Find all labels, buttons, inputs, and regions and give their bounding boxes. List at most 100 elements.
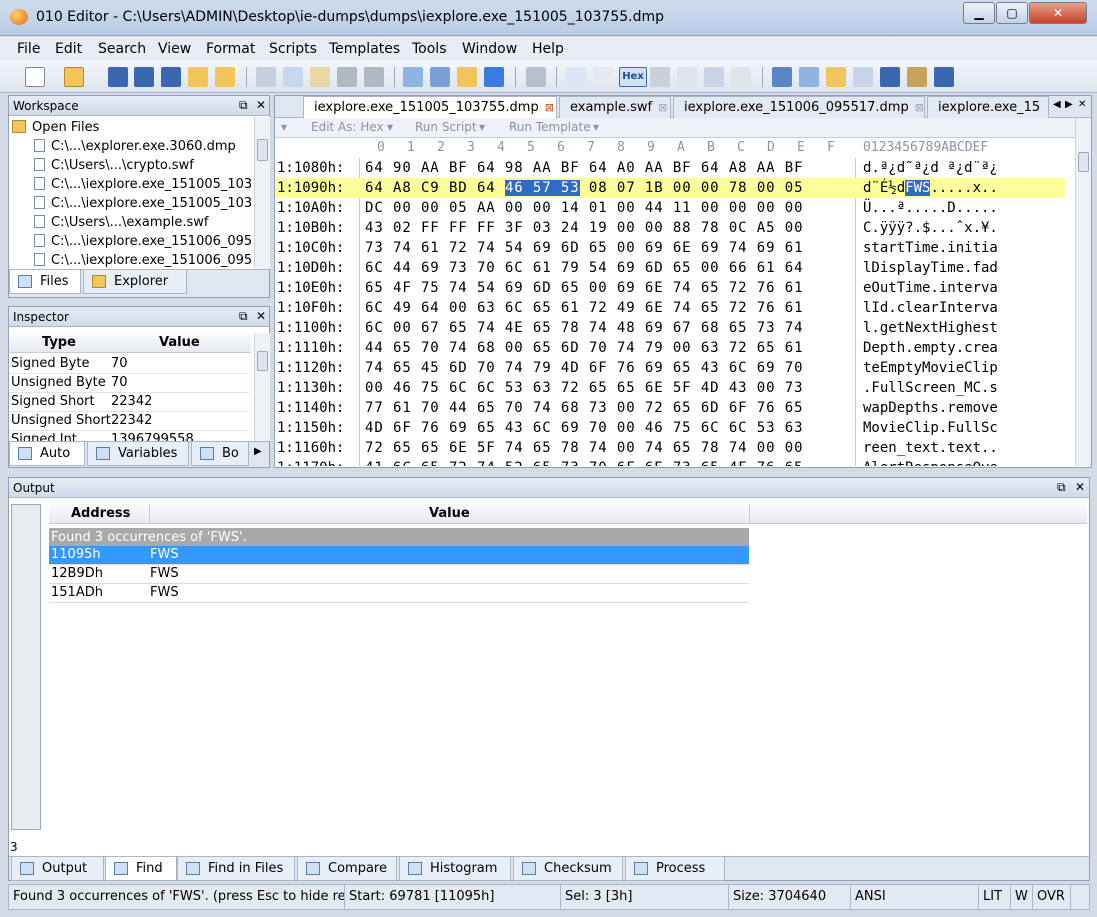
close-tab-icon[interactable]: ⊠ — [545, 101, 554, 114]
tab-histogram[interactable]: Histogram — [399, 857, 511, 881]
close-button[interactable]: ✕ — [1029, 2, 1087, 24]
list-item[interactable]: C:\...\iexplore.exe_151006_095 — [34, 253, 252, 268]
hex-line[interactable]: 1:1160h: 72 65 65 6E 5F 74 65 78 74 00 74… — [275, 438, 1065, 458]
tab-bookmarks[interactable]: Bo — [191, 442, 249, 466]
redo-icon[interactable] — [364, 67, 384, 87]
hex-bytes[interactable]: 4D 6F 76 69 65 43 6C 69 70 00 46 75 6C 6… — [365, 420, 803, 436]
hex-line[interactable]: 1:10D0h: 6C 44 69 73 70 6C 61 79 54 69 6D… — [275, 258, 1065, 278]
hex-bytes[interactable]: 65 4F 75 74 54 69 6D 65 00 69 6E 74 65 7… — [365, 280, 803, 296]
find-icon[interactable] — [403, 67, 423, 87]
ascii-text[interactable]: wapDepths.remove — [863, 400, 998, 416]
hex-bytes[interactable]: 74 65 45 6D 70 74 79 4D 6F 76 69 65 43 6… — [365, 360, 803, 376]
menu-file[interactable]: File — [17, 41, 40, 57]
hex-bytes[interactable]: 41 6C 65 72 74 52 65 73 70 6F 6E 73 65 4… — [365, 460, 803, 466]
table-row[interactable]: 11095h FWS — [49, 546, 749, 565]
tab-compare[interactable]: Compare — [297, 857, 397, 881]
tab-scroll-right-icon[interactable]: ▶ — [254, 446, 262, 457]
menu-view[interactable]: View — [158, 41, 191, 57]
hex-bytes[interactable]: 6C 44 69 73 70 6C 61 79 54 69 6D 65 00 6… — [365, 260, 803, 276]
base-converter-icon[interactable] — [934, 67, 954, 87]
ruler-icon[interactable] — [704, 67, 724, 87]
hex-line[interactable]: 1:1120h: 74 65 45 6D 70 74 79 4D 6F 76 69… — [275, 358, 1065, 378]
table-row[interactable]: Unsigned Byte 70 — [9, 374, 249, 393]
hex-bytes[interactable]: DC 00 00 05 AA 00 00 14 01 00 44 11 00 0… — [365, 200, 803, 216]
status-endian[interactable]: LIT — [979, 885, 1011, 909]
tab-checksum[interactable]: Checksum — [513, 857, 623, 881]
workspace-scrollbar[interactable] — [254, 117, 270, 269]
columns-icon[interactable] — [650, 67, 670, 87]
editor-scrollbar[interactable] — [1075, 118, 1091, 466]
close-icon[interactable]: ✕ — [256, 98, 266, 112]
print-icon[interactable] — [526, 67, 546, 87]
close-icon[interactable]: ✕ — [1078, 99, 1086, 110]
hex-mode-icon[interactable]: Hex — [619, 67, 647, 87]
options-icon[interactable]: ▾ — [281, 120, 287, 134]
hex-bytes[interactable]: 77 61 70 44 65 70 74 68 73 00 72 65 6D 6… — [365, 400, 803, 416]
maximize-button[interactable]: ▢ — [996, 2, 1028, 24]
scroll-thumb[interactable] — [257, 351, 268, 371]
list-item[interactable]: C:\Users\...\example.swf — [34, 215, 208, 230]
save-icon[interactable] — [108, 67, 128, 87]
new-file-icon[interactable] — [25, 67, 45, 87]
compare-icon[interactable] — [826, 67, 846, 87]
menu-tools[interactable]: Tools — [412, 41, 447, 57]
hex-line[interactable]: 1:1080h: 64 90 AA BF 64 98 AA BF 64 A0 AA… — [275, 158, 1065, 178]
hex-line[interactable]: 1:1100h: 6C 00 67 65 74 4E 65 78 74 48 69… — [275, 318, 1065, 338]
scroll-thumb[interactable] — [257, 139, 268, 161]
copy-icon[interactable] — [283, 67, 303, 87]
value-column-header[interactable]: Value — [429, 506, 470, 521]
hex-line[interactable]: 1:1170h: 41 6C 65 72 74 52 65 73 70 6F 6E… — [275, 458, 1065, 466]
close-icon[interactable]: ✕ — [1075, 480, 1085, 494]
goto-icon[interactable] — [484, 67, 504, 87]
hex-bytes[interactable]: 73 74 61 72 74 54 69 6D 65 00 69 6E 69 7… — [365, 240, 803, 256]
list-item[interactable]: C:\...\iexplore.exe_151005_103 — [34, 196, 252, 211]
hex-bytes[interactable]: 6C 00 67 65 74 4E 65 78 74 48 69 67 68 6… — [365, 320, 803, 336]
float-icon[interactable]: ⧉ — [239, 309, 248, 324]
tab-iexplore-dump[interactable]: iexplore.exe_151005_103755.dmp ⊠ — [303, 96, 557, 118]
menu-search[interactable]: Search — [98, 41, 146, 57]
hex-bytes[interactable]: 43 02 FF FF FF 3F 03 24 19 00 00 88 78 0… — [365, 220, 803, 236]
paragraph-icon[interactable] — [677, 67, 697, 87]
find-in-files-icon[interactable] — [457, 67, 477, 87]
ascii-text[interactable]: MovieClip.FullSc — [863, 420, 998, 436]
tab-find[interactable]: Find — [105, 857, 177, 881]
close-tab-icon[interactable]: ⊠ — [915, 101, 924, 114]
ascii-text[interactable]: reen_text.text.. — [863, 440, 998, 456]
table-row[interactable]: Unsigned Short 22342 — [9, 412, 249, 431]
tab-auto[interactable]: Auto — [9, 442, 85, 466]
tab-find-in-files[interactable]: Find in Files — [177, 857, 295, 881]
open-file-icon[interactable] — [64, 67, 84, 87]
list-item[interactable]: C:\...\iexplore.exe_151006_095 — [34, 234, 252, 249]
ascii-text[interactable]: AlertResponseOve — [863, 460, 998, 466]
run-template-dropdown[interactable]: Run Template — [509, 120, 591, 134]
tab-explorer[interactable]: Explorer — [83, 270, 187, 294]
selected-bytes[interactable]: FWS — [905, 180, 931, 196]
close-tab-icon[interactable]: ⊠ — [658, 101, 667, 114]
close-icon[interactable] — [215, 67, 235, 87]
list-item[interactable]: C:\...\iexplore.exe_151005_103 — [34, 177, 252, 192]
hex-bytes[interactable]: 64 A8 C9 BD 64 46 57 53 08 07 1B 00 00 7… — [365, 180, 804, 196]
ascii-text[interactable]: eOutTime.interva — [863, 280, 998, 296]
ascii-text[interactable]: Ü...ª.....D..... — [863, 200, 998, 216]
binary-icon[interactable] — [731, 67, 751, 87]
open-files-folder[interactable]: Open Files — [12, 120, 99, 135]
ascii-text[interactable]: lId.clearInterva — [863, 300, 998, 316]
hex-line[interactable]: 1:10C0h: 73 74 61 72 74 54 69 6D 65 00 69… — [275, 238, 1065, 258]
menu-format[interactable]: Format — [206, 41, 255, 57]
hex-line[interactable]: 1:1150h: 4D 6F 76 69 65 43 6C 69 70 00 46… — [275, 418, 1065, 438]
menu-templates[interactable]: Templates — [329, 41, 400, 57]
hex-line[interactable]: 1:10A0h: DC 00 00 05 AA 00 00 14 01 00 44… — [275, 198, 1065, 218]
hex-view[interactable]: 1:1080h: 64 90 AA BF 64 98 AA BF 64 A0 AA… — [275, 158, 1075, 466]
list-item[interactable]: C:\Users\...\crypto.swf — [34, 158, 194, 173]
hex-bytes[interactable]: 64 90 AA BF 64 98 AA BF 64 A0 AA BF 64 A… — [365, 160, 803, 176]
menu-scripts[interactable]: Scripts — [269, 41, 317, 57]
table-row[interactable]: Signed Byte 70 — [9, 355, 249, 374]
status-writable[interactable]: W — [1011, 885, 1033, 909]
hex-bytes[interactable]: 44 65 70 74 68 00 65 6D 70 74 79 00 63 7… — [365, 340, 803, 356]
ascii-text[interactable]: startTime.initia — [863, 240, 998, 256]
run-script-dropdown[interactable]: Run Script — [415, 120, 477, 134]
ascii-text[interactable]: d¨É½dFWS.....x.. — [863, 180, 998, 196]
status-overwrite[interactable]: OVR — [1033, 885, 1071, 909]
font-icon[interactable] — [566, 67, 586, 87]
hex-line[interactable]: 1:1110h: 44 65 70 74 68 00 65 6D 70 74 79… — [275, 338, 1065, 358]
